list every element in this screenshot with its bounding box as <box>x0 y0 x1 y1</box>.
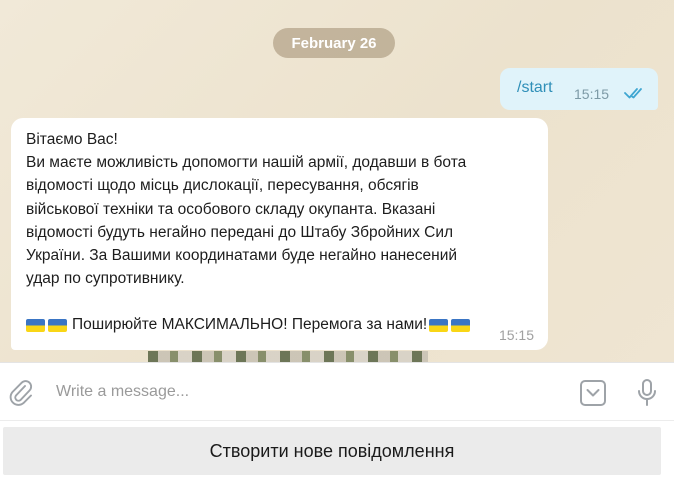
message-line: удар по супротивнику. <box>26 270 185 288</box>
incoming-message-text: Вітаємо Вас! Ви маєте можливість допомог… <box>26 128 536 337</box>
outgoing-message-time: 15:15 <box>574 86 610 102</box>
image-preview-edge <box>148 351 428 362</box>
create-new-message-button[interactable]: Створити нове повідомлення <box>3 427 661 475</box>
message-input[interactable] <box>56 380 556 404</box>
message-line: України. За Вашими координатами буде нег… <box>26 247 458 265</box>
ukraine-flag-icon <box>429 318 449 332</box>
date-pill: February 26 <box>273 28 395 58</box>
call-to-action-text: Поширюйте МАКСИМАЛЬНО! Перемога за нами! <box>72 316 428 334</box>
double-check-icon <box>624 88 642 99</box>
outgoing-message-text: /start <box>517 79 553 96</box>
incoming-message[interactable]: Вітаємо Вас! Ви маєте можливість допомог… <box>11 118 548 350</box>
ukraine-flag-icon <box>26 318 45 332</box>
message-line: відомості будуть негайно передані до Шта… <box>26 223 454 241</box>
bottom-bar: Створити нове повідомлення <box>0 420 674 481</box>
message-composer <box>0 362 674 420</box>
microphone-icon[interactable] <box>636 378 658 408</box>
message-line: Ви маєте можливість допомогти нашій армі… <box>26 154 467 172</box>
paperclip-icon[interactable] <box>8 379 34 407</box>
message-line: Вітаємо Вас! <box>26 131 118 148</box>
message-line: військової техніки та особового складу о… <box>26 200 436 218</box>
message-line: відомості щодо місць дислокації, пересув… <box>26 177 419 195</box>
incoming-message-time: 15:15 <box>498 327 534 343</box>
ukraine-flag-icon <box>451 318 471 332</box>
outgoing-message[interactable]: /start 15:15 <box>500 68 658 110</box>
bot-menu-icon[interactable] <box>579 379 607 407</box>
chat-area: February 26 /start 15:15 Вітаємо Вас! Ви… <box>0 0 674 362</box>
ukraine-flag-icon <box>48 318 67 332</box>
call-to-action-line: Поширюйте МАКСИМАЛЬНО! Перемога за нами! <box>26 313 536 336</box>
